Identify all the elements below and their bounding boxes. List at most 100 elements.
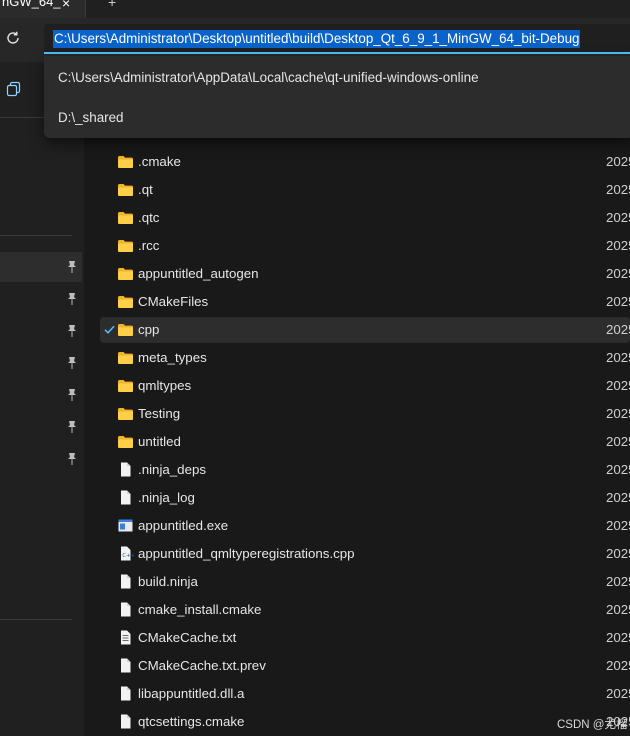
file-row[interactable]: qtcsettings.cmake2025 <box>100 709 630 735</box>
address-input-value[interactable]: C:\Users\Administrator\Desktop\untitled\… <box>53 30 581 48</box>
file-row[interactable]: .cmake 2025 <box>100 149 630 175</box>
file-name: Testing <box>138 406 181 421</box>
folder-icon <box>117 238 134 253</box>
folder-icon <box>117 266 134 281</box>
file-row[interactable]: .qt 2025 <box>100 177 630 203</box>
refresh-icon[interactable] <box>3 28 23 48</box>
file-date: 2025 <box>606 434 630 449</box>
suggestion-item[interactable]: C:\Users\Administrator\AppData\Local\cac… <box>58 70 479 85</box>
folder-icon <box>117 378 134 393</box>
quick-access-item[interactable] <box>0 316 82 346</box>
file-date: 2025 <box>606 518 630 533</box>
file-row[interactable]: .qtc 2025 <box>100 205 630 231</box>
folder-icon <box>117 406 134 421</box>
checkbox-checked-icon[interactable] <box>103 323 116 336</box>
file-date: 2025 <box>606 686 630 701</box>
cpp-file-icon: C++ <box>117 546 136 561</box>
file-date: 2025 <box>606 546 630 561</box>
file-row[interactable]: .ninja_deps 2025 <box>100 457 630 483</box>
file-date: 2025 <box>606 378 630 393</box>
file-date: 2025 <box>606 294 630 309</box>
pin-icon <box>68 293 76 305</box>
file-date: 2025 <box>606 602 630 617</box>
file-date: 2025 <box>606 462 630 477</box>
file-name: CMakeCache.txt.prev <box>138 658 266 673</box>
copy-icon[interactable] <box>6 81 22 97</box>
file-date: 2025 <box>606 182 630 197</box>
file-row[interactable]: CMakeCache.txt 2025 <box>100 625 630 651</box>
quick-access-item[interactable] <box>0 252 82 282</box>
file-date: 2025 <box>606 630 630 645</box>
file-name: cmake_install.cmake <box>138 602 262 617</box>
file-date: 2025 <box>606 266 630 281</box>
tab-title: nGW_64_ <box>2 0 61 9</box>
file-row[interactable]: build.ninja 2025 <box>100 569 630 595</box>
file-name: .qt <box>138 182 153 197</box>
file-name: appuntitled_autogen <box>138 266 259 281</box>
close-icon[interactable]: × <box>62 0 70 11</box>
file-row[interactable]: libappuntitled.dll.a 2025 <box>100 681 630 707</box>
address-bar[interactable]: C:\Users\Administrator\Desktop\untitled\… <box>44 24 630 54</box>
file-row[interactable]: CMakeCache.txt.prev 2025 <box>100 653 630 679</box>
quick-access-item[interactable] <box>0 380 82 410</box>
quick-access-item[interactable] <box>0 284 82 314</box>
file-name: .rcc <box>138 238 160 253</box>
svg-text:C++: C++ <box>122 553 134 559</box>
file-icon <box>117 602 134 617</box>
address-suggestions-dropdown: C:\Users\Administrator\AppData\Local\cac… <box>44 56 630 138</box>
text-file-icon <box>117 630 134 645</box>
folder-icon <box>117 294 134 309</box>
file-name: build.ninja <box>138 574 198 589</box>
file-name: CMakeFiles <box>138 294 209 309</box>
tab-active[interactable]: nGW_64_ × <box>0 0 86 18</box>
file-name: .ninja_log <box>138 490 195 505</box>
file-row[interactable]: .rcc 2025 <box>100 233 630 259</box>
file-icon <box>117 714 134 729</box>
file-row[interactable]: meta_types 2025 <box>100 345 630 371</box>
navigation-pane <box>0 62 84 736</box>
quick-access-item[interactable] <box>0 444 82 474</box>
file-row[interactable]: qmltypes 2025 <box>100 373 630 399</box>
folder-icon <box>117 350 134 365</box>
file-name: qmltypes <box>138 378 192 393</box>
folder-icon <box>117 154 134 169</box>
pin-icon <box>68 357 76 369</box>
file-name: qtcsettings.cmake <box>138 714 245 729</box>
file-icon <box>117 658 134 673</box>
tab-strip: nGW_64_ × + <box>0 0 630 18</box>
suggestion-item[interactable]: D:\_shared <box>58 110 124 125</box>
file-icon <box>117 574 134 589</box>
folder-icon <box>117 434 134 449</box>
file-row[interactable]: C++ appuntitled_qmltyperegistrations.cpp 2… <box>100 541 630 567</box>
folder-icon <box>117 322 134 337</box>
file-row[interactable]: cmake_install.cmake 2025 <box>100 597 630 623</box>
quick-access-item[interactable] <box>0 412 82 442</box>
file-row[interactable]: CMakeFiles 2025 <box>100 289 630 315</box>
file-date: 2025 <box>606 322 630 337</box>
file-name: libappuntitled.dll.a <box>138 686 245 701</box>
executable-icon <box>117 518 134 533</box>
file-name: cpp <box>138 322 160 337</box>
file-icon <box>117 490 134 505</box>
file-name: appuntitled.exe <box>138 518 229 533</box>
file-name: CMakeCache.txt <box>138 630 237 645</box>
file-date: 2025 <box>606 658 630 673</box>
quick-access-item[interactable] <box>0 348 82 378</box>
file-row[interactable]: cpp 2025 <box>100 317 630 343</box>
file-date: 2025 <box>606 406 630 421</box>
file-name: appuntitled_qmltyperegistrations.cpp <box>138 546 355 561</box>
file-row[interactable]: .ninja_log 2025 <box>100 485 630 511</box>
file-row[interactable]: Testing 2025 <box>100 401 630 427</box>
file-date: 2025 <box>606 238 630 253</box>
file-row[interactable]: appuntitled_autogen 2025 <box>100 261 630 287</box>
file-date: 2025 <box>606 350 630 365</box>
pin-icon <box>68 453 76 465</box>
new-tab-icon[interactable]: + <box>108 0 116 10</box>
pin-icon <box>68 421 76 433</box>
file-row[interactable]: untitled 2025 <box>100 429 630 455</box>
file-icon <box>117 462 134 477</box>
file-name: .ninja_deps <box>138 462 207 477</box>
file-row[interactable]: appuntitled.exe 2025 <box>100 513 630 539</box>
divider <box>0 619 72 620</box>
file-name: .qtc <box>138 210 160 225</box>
